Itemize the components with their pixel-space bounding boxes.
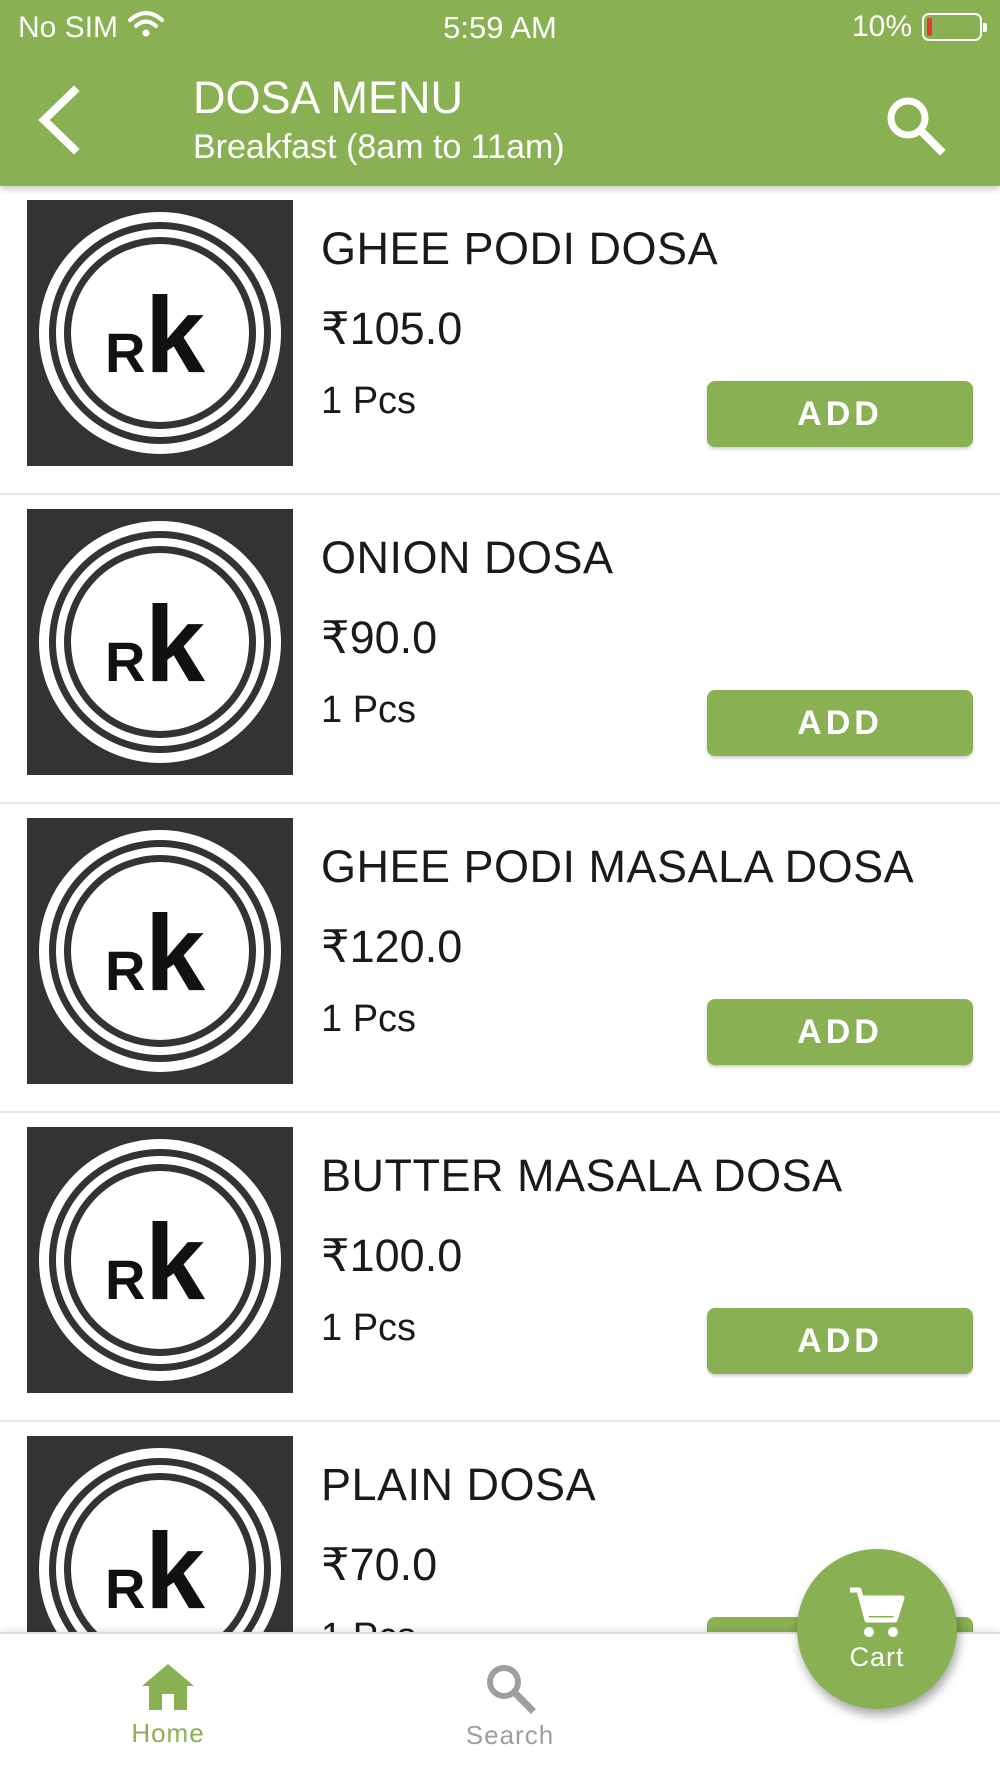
item-quantity: 1 Pcs bbox=[321, 689, 417, 731]
item-quantity: 1 Pcs bbox=[321, 1614, 416, 1632]
item-name: GHEE PODI MASALA DOSA bbox=[321, 841, 915, 892]
search-icon bbox=[487, 1665, 536, 1714]
status-time: 5:59 AM bbox=[443, 10, 557, 45]
chevron-left-icon bbox=[38, 85, 80, 155]
svg-text:R: R bbox=[105, 1557, 145, 1620]
item-price: ₹100.0 bbox=[321, 1230, 463, 1281]
svg-text:k: k bbox=[145, 892, 206, 1013]
add-button[interactable]: ADD bbox=[707, 999, 973, 1065]
item-price: ₹120.0 bbox=[321, 921, 463, 972]
svg-text:R: R bbox=[105, 630, 145, 693]
status-bar: No SIM 5:59 AM 10% bbox=[0, 0, 1000, 54]
tab-home[interactable]: Home bbox=[68, 1662, 268, 1749]
menu-item[interactable]: Rk GHEE PODI MASALA DOSA ₹120.0 1 Pcs AD… bbox=[0, 804, 1000, 1113]
battery-level bbox=[927, 18, 932, 36]
cart-icon bbox=[850, 1587, 905, 1637]
page-title: DOSA MENU bbox=[193, 72, 464, 123]
svg-text:R: R bbox=[105, 939, 145, 1002]
item-name: ONION DOSA bbox=[321, 532, 614, 583]
item-name: GHEE PODI DOSA bbox=[321, 223, 719, 274]
cart-label: Cart bbox=[849, 1641, 905, 1672]
item-quantity: 1 Pcs bbox=[321, 380, 417, 422]
app-header: No SIM 5:59 AM 10% DOSA MENU Breakfast (… bbox=[0, 0, 1000, 186]
add-button[interactable]: ADD bbox=[707, 690, 973, 756]
svg-text:R: R bbox=[105, 1248, 145, 1311]
item-quantity: 1 Pcs bbox=[321, 998, 417, 1040]
item-price: ₹70.0 bbox=[321, 1539, 438, 1590]
tab-search-label: Search bbox=[465, 1720, 555, 1750]
menu-item[interactable]: Rk ONION DOSA ₹90.0 1 Pcs ADD bbox=[0, 495, 1000, 804]
svg-text:k: k bbox=[145, 1201, 206, 1322]
back-button[interactable] bbox=[24, 80, 94, 160]
item-quantity: 1 Pcs bbox=[321, 1307, 417, 1349]
rk-logo-image: Rk bbox=[27, 1436, 293, 1632]
menu-list[interactable]: Rk GHEE PODI DOSA ₹105.0 1 Pcs ADD Rk ON… bbox=[0, 186, 1000, 1632]
menu-item[interactable]: Rk GHEE PODI DOSA ₹105.0 1 Pcs ADD bbox=[0, 186, 1000, 495]
rk-logo-image: Rk bbox=[27, 818, 293, 1084]
svg-text:k: k bbox=[145, 583, 206, 704]
page-subtitle: Breakfast (8am to 11am) bbox=[193, 128, 565, 166]
home-icon bbox=[142, 1664, 194, 1710]
item-price: ₹105.0 bbox=[321, 303, 463, 354]
battery-percent: 10% bbox=[851, 10, 912, 43]
item-name: BUTTER MASALA DOSA bbox=[321, 1150, 843, 1201]
add-button[interactable]: ADD bbox=[707, 381, 973, 447]
status-right: 10% bbox=[851, 10, 987, 44]
rk-logo-image: Rk bbox=[27, 509, 293, 775]
rk-logo-image: Rk bbox=[27, 200, 293, 466]
item-price: ₹90.0 bbox=[321, 612, 438, 663]
svg-text:R: R bbox=[105, 321, 145, 384]
cart-button[interactable]: Cart bbox=[797, 1549, 957, 1709]
item-name: PLAIN DOSA bbox=[321, 1459, 597, 1510]
battery-icon bbox=[922, 13, 987, 41]
svg-text:k: k bbox=[145, 1510, 206, 1631]
header-search-button[interactable] bbox=[880, 90, 950, 160]
search-icon bbox=[887, 97, 946, 156]
rk-logo-image: Rk bbox=[27, 1127, 293, 1393]
add-button[interactable]: ADD bbox=[707, 1308, 973, 1374]
svg-text:k: k bbox=[145, 274, 206, 395]
tab-search[interactable]: Search bbox=[410, 1662, 610, 1751]
menu-item[interactable]: Rk BUTTER MASALA DOSA ₹100.0 1 Pcs ADD bbox=[0, 1113, 1000, 1422]
tab-home-label: Home bbox=[131, 1718, 205, 1748]
